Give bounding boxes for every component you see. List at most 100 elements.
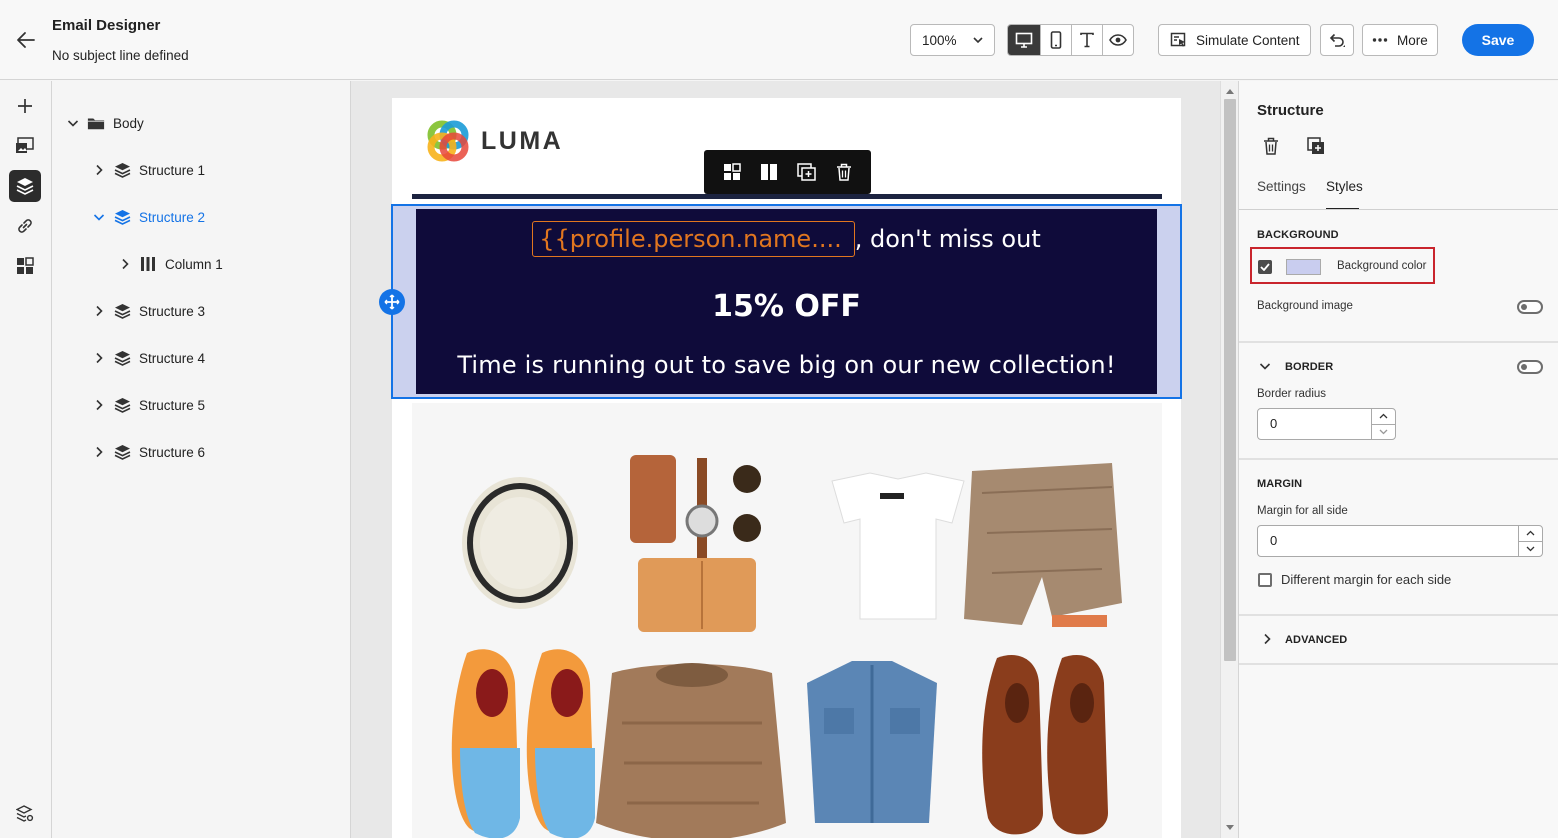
fragments-icon — [17, 257, 34, 274]
border-collapse-button[interactable] — [1259, 360, 1271, 375]
simulate-content-button[interactable]: Simulate Content — [1158, 24, 1311, 56]
mobile-view-button[interactable] — [1039, 25, 1072, 55]
background-color-checkbox[interactable] — [1258, 260, 1272, 274]
simulate-content-label: Simulate Content — [1196, 32, 1300, 48]
border-radius-stepper[interactable] — [1371, 409, 1395, 439]
undo-icon — [1329, 33, 1345, 47]
back-button[interactable] — [14, 28, 38, 52]
chevron-right-icon[interactable] — [91, 303, 107, 319]
chevron-right-icon[interactable] — [91, 397, 107, 413]
advanced-expand-button[interactable] — [1261, 633, 1273, 648]
section-divider — [1239, 458, 1558, 460]
promo-banner: {{profile.person.name.... , don't miss o… — [416, 209, 1157, 394]
save-label: Save — [1481, 32, 1515, 48]
layer-tree: Body Structure 1 Structure 2 Column 1 St… — [52, 81, 351, 838]
links-button[interactable] — [9, 210, 41, 242]
scroll-up-icon[interactable] — [1225, 87, 1235, 95]
tree-item-structure-3[interactable]: Structure 3 — [91, 299, 205, 323]
panel-title: Structure — [1257, 102, 1324, 119]
tree-item-structure-5[interactable]: Structure 5 — [91, 393, 205, 417]
background-image-toggle[interactable] — [1517, 300, 1543, 314]
structure-toolbar — [704, 150, 871, 194]
tree-label: Structure 6 — [139, 444, 206, 460]
preview-button[interactable] — [1102, 25, 1133, 55]
header-bar: Email Designer No subject line defined 1… — [0, 0, 1558, 80]
tree-item-structure-2[interactable]: Structure 2 — [91, 205, 205, 229]
apparel-flatlay-image — [412, 403, 1162, 838]
simulate-icon — [1170, 32, 1186, 47]
tree-item-body[interactable]: Body — [65, 111, 144, 135]
tree-item-structure-1[interactable]: Structure 1 — [91, 158, 205, 182]
zoom-select[interactable]: 100% — [910, 24, 995, 56]
stepper-down-icon[interactable] — [1372, 425, 1395, 440]
tree-label: Column 1 — [165, 256, 223, 272]
link-icon — [18, 219, 32, 233]
layers-icon — [16, 178, 34, 195]
background-image-label: Background image — [1257, 300, 1353, 312]
tree-item-structure-4[interactable]: Structure 4 — [91, 346, 205, 370]
save-button[interactable]: Save — [1462, 24, 1534, 56]
delete-structure-button[interactable] — [1263, 137, 1279, 158]
page-title: Email Designer — [52, 17, 161, 34]
desktop-view-button[interactable] — [1008, 25, 1040, 55]
chevron-right-icon[interactable] — [91, 162, 107, 178]
margin-all-label: Margin for all side — [1257, 505, 1348, 517]
duplicate-structure-button[interactable] — [1307, 137, 1326, 158]
chevron-right-icon[interactable] — [91, 350, 107, 366]
select-parent-icon[interactable] — [723, 163, 742, 181]
margin-all-stepper[interactable] — [1518, 526, 1542, 556]
selected-structure[interactable]: {{profile.person.name.... , don't miss o… — [391, 204, 1182, 399]
chevron-right-icon — [1264, 633, 1271, 645]
email-canvas: LUMA {{profile.person.name.... , don't m… — [351, 81, 1220, 838]
layers-button[interactable] — [9, 170, 41, 202]
border-section-title: BORDER — [1285, 361, 1334, 373]
trash-icon[interactable] — [836, 163, 852, 181]
add-components-button[interactable] — [9, 90, 41, 122]
scroll-down-icon[interactable] — [1225, 824, 1235, 832]
margin-all-value: 0 — [1270, 533, 1278, 548]
move-icon — [384, 294, 400, 310]
tabs-divider — [1239, 209, 1558, 210]
tree-label: Structure 4 — [139, 350, 206, 366]
layers-icon — [113, 396, 131, 414]
canvas-scrollbar[interactable] — [1220, 81, 1238, 838]
columns-icon[interactable] — [760, 163, 778, 181]
stepper-up-icon[interactable] — [1372, 409, 1395, 425]
more-icon — [1372, 38, 1388, 42]
margin-section-title: MARGIN — [1257, 478, 1303, 490]
more-button[interactable]: More — [1362, 24, 1438, 56]
arrow-left-icon — [17, 32, 35, 48]
add-structure-button[interactable] — [379, 289, 405, 315]
scrollbar-thumb[interactable] — [1224, 99, 1236, 661]
tree-item-structure-6[interactable]: Structure 6 — [91, 440, 205, 464]
layers-icon — [113, 208, 131, 226]
duplicate-icon[interactable] — [797, 163, 817, 181]
assets-button[interactable] — [9, 130, 41, 162]
chevron-down-icon — [1259, 363, 1271, 370]
columns-icon — [139, 255, 157, 273]
border-toggle[interactable] — [1517, 360, 1543, 374]
chevron-right-icon[interactable] — [91, 444, 107, 460]
tab-styles[interactable]: Styles — [1326, 179, 1363, 194]
personalization-token[interactable]: {{profile.person.name.... — [532, 221, 855, 257]
left-rail — [0, 81, 52, 838]
background-color-swatch[interactable] — [1286, 259, 1321, 275]
stepper-up-icon[interactable] — [1519, 526, 1542, 542]
fragments-button[interactable] — [9, 250, 41, 282]
text-view-button[interactable] — [1071, 25, 1102, 55]
product-image[interactable] — [412, 403, 1162, 838]
stepper-down-icon[interactable] — [1519, 542, 1542, 557]
tree-item-column-1[interactable]: Column 1 — [117, 252, 223, 276]
border-radius-input[interactable]: 0 — [1257, 408, 1396, 440]
chevron-right-icon[interactable] — [117, 256, 133, 272]
chevron-down-icon[interactable] — [91, 209, 107, 225]
page-subtitle: No subject line defined — [52, 48, 189, 63]
undo-button[interactable] — [1320, 24, 1354, 56]
zoom-value: 100% — [922, 32, 957, 48]
chevron-down-icon[interactable] — [65, 115, 81, 131]
tree-label: Structure 2 — [139, 209, 206, 225]
tab-settings[interactable]: Settings — [1257, 179, 1306, 194]
bottom-panel-button[interactable] — [9, 798, 41, 830]
different-margin-checkbox[interactable] — [1258, 573, 1272, 587]
margin-all-input[interactable]: 0 — [1257, 525, 1543, 557]
